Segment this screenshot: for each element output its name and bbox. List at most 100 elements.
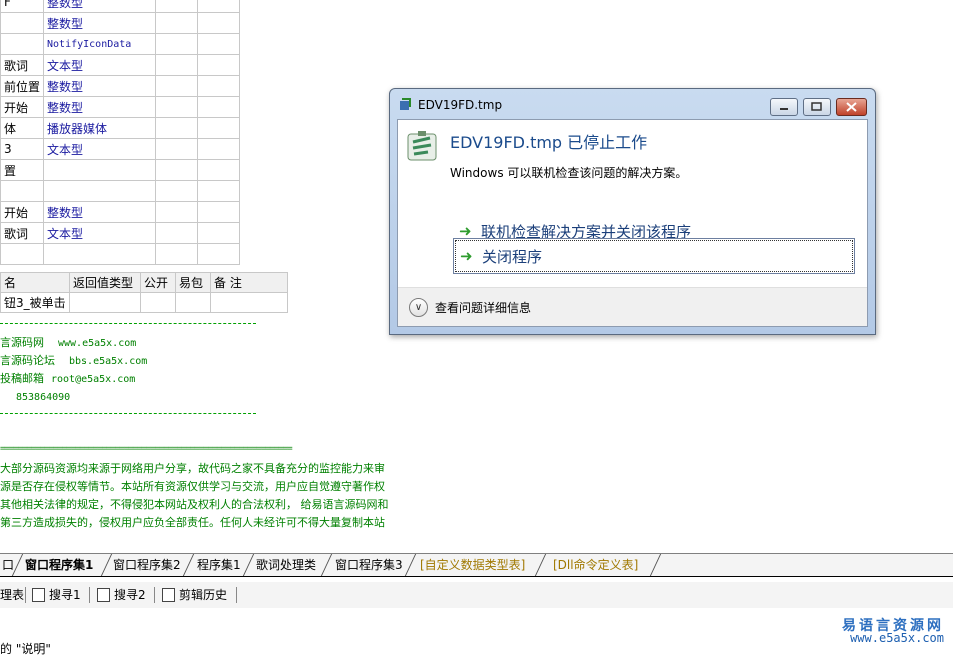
variable-flag-cell[interactable] — [155, 222, 199, 244]
variable-name-cell[interactable] — [0, 243, 45, 265]
variable-flag-cell[interactable] — [197, 96, 241, 118]
maximize-icon — [811, 102, 822, 111]
variable-flag-cell[interactable] — [155, 75, 199, 97]
comment-separator — [0, 323, 256, 324]
variable-row[interactable]: 体播放器媒体 — [0, 117, 241, 139]
variable-name-cell[interactable] — [0, 12, 45, 34]
variable-name-cell[interactable]: 前位置 — [0, 75, 45, 97]
variable-flag-cell[interactable] — [155, 117, 199, 139]
variable-flag-cell[interactable] — [155, 96, 199, 118]
sub-name-cell[interactable]: 钮3_被单击 — [0, 292, 70, 313]
variable-flag-cell[interactable] — [155, 33, 199, 55]
tab-window-assembly-1[interactable]: 窗口程序集1 — [25, 556, 93, 573]
variable-flag-cell[interactable] — [197, 75, 241, 97]
variable-type-cell[interactable]: 文本型 — [43, 138, 157, 160]
variable-type-cell[interactable]: 整数型 — [43, 201, 157, 223]
variable-name-cell[interactable]: F — [0, 0, 45, 13]
variable-type-cell[interactable]: 整数型 — [43, 75, 157, 97]
comment-eq-line: ========================================… — [0, 444, 293, 454]
tab-window-assembly-2[interactable]: 窗口程序集2 — [113, 556, 181, 573]
variable-flag-cell[interactable] — [197, 12, 241, 34]
watermark-url: www.e5a5x.com — [850, 631, 944, 645]
variable-row[interactable]: 置 — [0, 159, 241, 181]
tab-window[interactable]: 口 — [2, 556, 14, 573]
variable-name-cell[interactable]: 开始 — [0, 96, 45, 118]
search-1-button[interactable]: 搜寻1 — [32, 586, 81, 603]
close-program-option[interactable]: ➜ 关闭程序 — [453, 238, 855, 274]
variable-flag-cell[interactable] — [155, 54, 199, 76]
variable-row[interactable] — [0, 243, 241, 265]
variable-name-cell[interactable] — [0, 33, 45, 55]
maximize-button[interactable] — [803, 98, 831, 116]
variable-type-cell[interactable] — [43, 180, 157, 202]
variable-flag-cell[interactable] — [197, 159, 241, 181]
variable-flag-cell[interactable] — [197, 243, 241, 265]
variable-row[interactable]: NotifyIconData — [0, 33, 241, 55]
variable-row[interactable]: F 整数型 — [0, 0, 241, 13]
variable-flag-cell[interactable] — [155, 243, 199, 265]
variable-flag-cell[interactable] — [197, 117, 241, 139]
disclaimer-line: 其他相关法律的规定，不得侵犯本网站及权利人的合法权利， 给易语言源码网和 — [0, 498, 389, 511]
variable-flag-cell[interactable] — [155, 0, 199, 13]
variable-flag-cell[interactable] — [197, 180, 241, 202]
variable-type-cell[interactable]: 文本型 — [43, 222, 157, 244]
disclaimer-line: 大部分源码资源均来源于网络用户分享，故代码之家不具备充分的监控能力来审 — [0, 462, 385, 475]
variable-type-cell[interactable] — [43, 243, 157, 265]
variable-row[interactable]: 歌词 文本型 — [0, 54, 241, 76]
variable-flag-cell[interactable] — [197, 0, 241, 13]
variable-type-cell[interactable]: 整数型 — [43, 0, 157, 13]
variable-flag-cell[interactable] — [197, 33, 241, 55]
variable-name-cell[interactable]: 置 — [0, 159, 45, 181]
minimize-button[interactable] — [770, 98, 798, 116]
variable-flag-cell[interactable] — [197, 201, 241, 223]
variable-type-cell[interactable]: 整数型 — [43, 12, 157, 34]
variable-name-cell[interactable]: 开始 — [0, 201, 45, 223]
variable-flag-cell[interactable] — [155, 159, 199, 181]
variable-row[interactable]: 歌词 文本型 — [0, 222, 241, 244]
sub-public-cell[interactable] — [140, 292, 176, 313]
variable-row[interactable]: 3 文本型 — [0, 138, 241, 160]
sub-return-cell[interactable] — [69, 292, 141, 313]
sub-remark-cell[interactable] — [210, 292, 288, 313]
variable-type-cell[interactable]: 播放器媒体 — [43, 117, 157, 139]
tab-assembly-1[interactable]: 程序集1 — [197, 556, 241, 573]
manage-table-button[interactable]: 理表 — [0, 586, 24, 603]
variable-type-cell[interactable]: 文本型 — [43, 54, 157, 76]
variable-type-cell[interactable]: NotifyIconData — [43, 33, 157, 55]
sub-package-cell[interactable] — [175, 292, 211, 313]
tab-dll-commands[interactable]: [Dll命令定义表] — [553, 556, 638, 573]
variable-name-cell[interactable]: 体 — [0, 117, 45, 139]
variable-name-cell[interactable]: 3 — [0, 138, 45, 160]
crash-dialog: EDV19FD.tmp EDV19FD.tmp 已停止工作 Windows 可以… — [389, 88, 876, 335]
variable-flag-cell[interactable] — [155, 201, 199, 223]
variable-name-cell[interactable]: 歌词 — [0, 222, 45, 244]
variable-row[interactable] — [0, 180, 241, 202]
variable-flag-cell[interactable] — [155, 180, 199, 202]
variable-row[interactable]: 前位置 整数型 — [0, 75, 241, 97]
variable-row[interactable]: 开始 整数型 — [0, 96, 241, 118]
dialog-heading: EDV19FD.tmp 已停止工作 — [450, 133, 648, 152]
variable-flag-cell[interactable] — [197, 138, 241, 160]
tab-window-assembly-3[interactable]: 窗口程序集3 — [335, 556, 403, 573]
bottom-toolbar: 理表 搜寻1 搜寻2 剪辑历史 — [0, 582, 953, 608]
code-tab-bar: 口 窗口程序集1 窗口程序集2 程序集1 歌词处理类 窗口程序集3 [自定义数据… — [0, 553, 953, 577]
variable-type-cell[interactable] — [43, 159, 157, 181]
variable-name-cell[interactable] — [0, 180, 45, 202]
clip-history-button[interactable]: 剪辑历史 — [162, 586, 227, 603]
search-2-button[interactable]: 搜寻2 — [97, 586, 146, 603]
variable-flag-cell[interactable] — [197, 54, 241, 76]
close-button[interactable] — [836, 98, 867, 116]
variable-flag-cell[interactable] — [155, 138, 199, 160]
variable-flag-cell[interactable] — [197, 222, 241, 244]
variable-name-cell[interactable]: 歌词 — [0, 54, 45, 76]
chevron-down-icon[interactable]: ∨ — [409, 298, 428, 317]
tab-custom-data-types[interactable]: [自定义数据类型表] — [420, 556, 525, 573]
view-details-link[interactable]: 查看问题详细信息 — [435, 299, 531, 316]
variable-flag-cell[interactable] — [155, 12, 199, 34]
variable-row[interactable]: 开始 整数型 — [0, 201, 241, 223]
green-arrow-icon: ➜ — [459, 222, 472, 240]
variable-type-cell[interactable]: 整数型 — [43, 96, 157, 118]
variable-row[interactable]: 整数型 — [0, 12, 241, 34]
dialog-titlebar[interactable]: EDV19FD.tmp — [390, 89, 875, 119]
tab-lyrics-class[interactable]: 歌词处理类 — [256, 556, 316, 573]
